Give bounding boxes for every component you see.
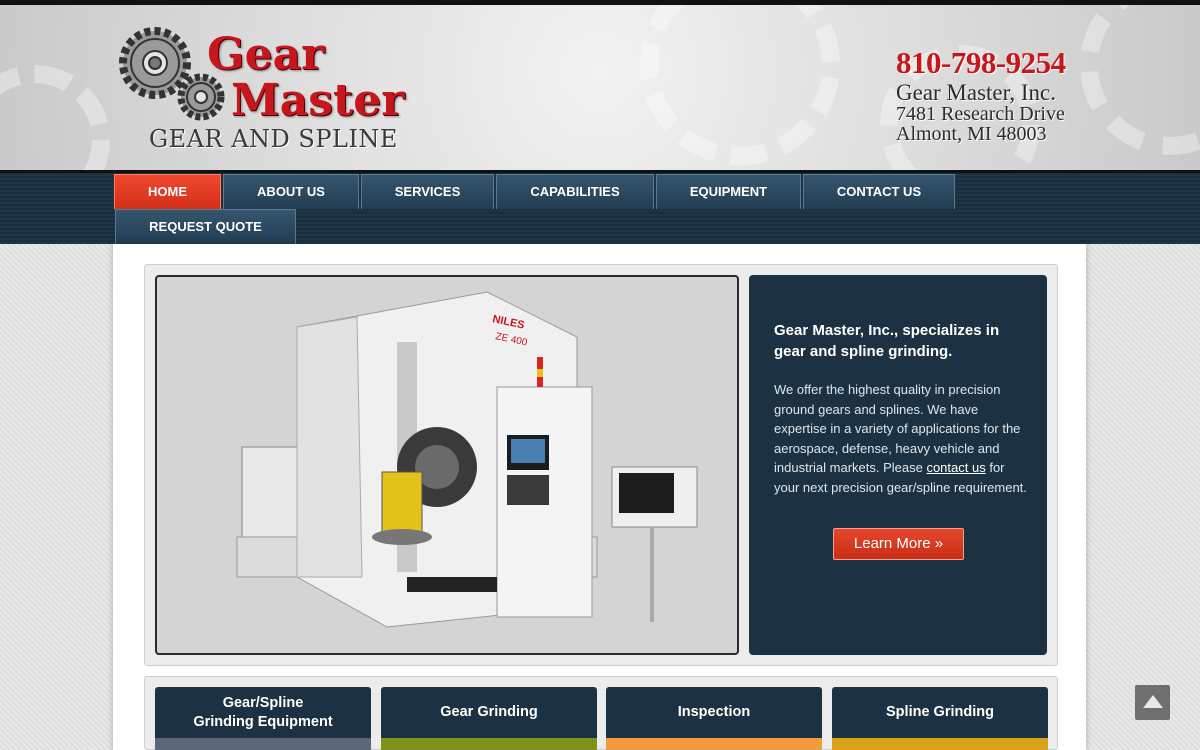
site-logo[interactable]: Gear Master GEAR AND SPLINE xyxy=(115,23,405,158)
tile-color-strip xyxy=(606,738,822,750)
contact-us-link[interactable]: contact us xyxy=(926,460,985,475)
nav-capabilities[interactable]: CAPABILITIES xyxy=(496,174,654,209)
tile-label-line2: Grinding Equipment xyxy=(193,713,333,730)
tile-label: Spline Grinding xyxy=(886,704,994,720)
nav-equipment[interactable]: EQUIPMENT xyxy=(656,174,801,209)
tile-label: Gear/Spline Grinding Equipment xyxy=(155,687,371,738)
tile-color-strip xyxy=(155,738,371,750)
tile-label-line1: Gear/Spline xyxy=(222,694,304,711)
logo-word-gear: Gear xyxy=(207,29,325,80)
company-name: Gear Master, Inc. xyxy=(896,80,1057,105)
tile-color-strip xyxy=(381,738,597,750)
tile-gear-spline-grinding-equipment[interactable]: Gear/Spline Grinding Equipment xyxy=(155,687,371,750)
background-gear-decoration xyxy=(1080,5,1200,155)
intro-body: We offer the highest quality in precisio… xyxy=(774,380,1027,497)
intro-title: Gear Master, Inc., specializes in gear a… xyxy=(774,322,1000,360)
tile-spline-grinding[interactable]: Spline Grinding xyxy=(832,687,1048,750)
logo-tagline: GEAR AND SPLINE xyxy=(149,125,398,153)
nav-contact-us[interactable]: CONTACT US xyxy=(803,174,955,209)
phone-number[interactable]: 810-798-9254 xyxy=(896,45,1068,81)
tile-inspection[interactable]: Inspection xyxy=(606,687,822,750)
scroll-to-top-button[interactable] xyxy=(1135,685,1170,720)
grinding-machine-image: NILES ZE 400 xyxy=(236,291,698,628)
nav-services[interactable]: SERVICES xyxy=(361,174,494,209)
nav-request-quote[interactable]: REQUEST QUOTE xyxy=(115,209,296,244)
arrow-up-icon xyxy=(1143,695,1163,708)
site-header: Gear Master GEAR AND SPLINE 810-798-9254… xyxy=(0,5,1200,170)
logo-word-master: Master xyxy=(231,75,405,126)
tile-gear-grinding[interactable]: Gear Grinding xyxy=(381,687,597,750)
nav-about-us[interactable]: ABOUT US xyxy=(223,174,359,209)
contact-block: 810-798-9254 Gear Master, Inc. 7481 Rese… xyxy=(896,45,1068,144)
tile-label: Gear Grinding xyxy=(440,704,538,720)
background-gear-decoration xyxy=(640,5,840,165)
street-address: 7481 Research Drive xyxy=(896,103,1065,125)
city-address: Almont, MI 48003 xyxy=(896,123,1047,145)
intro-panel: Gear Master, Inc., specializes in gear a… xyxy=(749,275,1047,655)
nav-home[interactable]: HOME xyxy=(114,174,221,209)
tile-label: Inspection xyxy=(677,704,751,720)
machine-photo: NILES ZE 400 xyxy=(155,275,739,655)
tile-color-strip xyxy=(832,738,1048,750)
learn-more-button[interactable]: Learn More » xyxy=(833,528,964,560)
background-gear-decoration xyxy=(0,65,110,170)
